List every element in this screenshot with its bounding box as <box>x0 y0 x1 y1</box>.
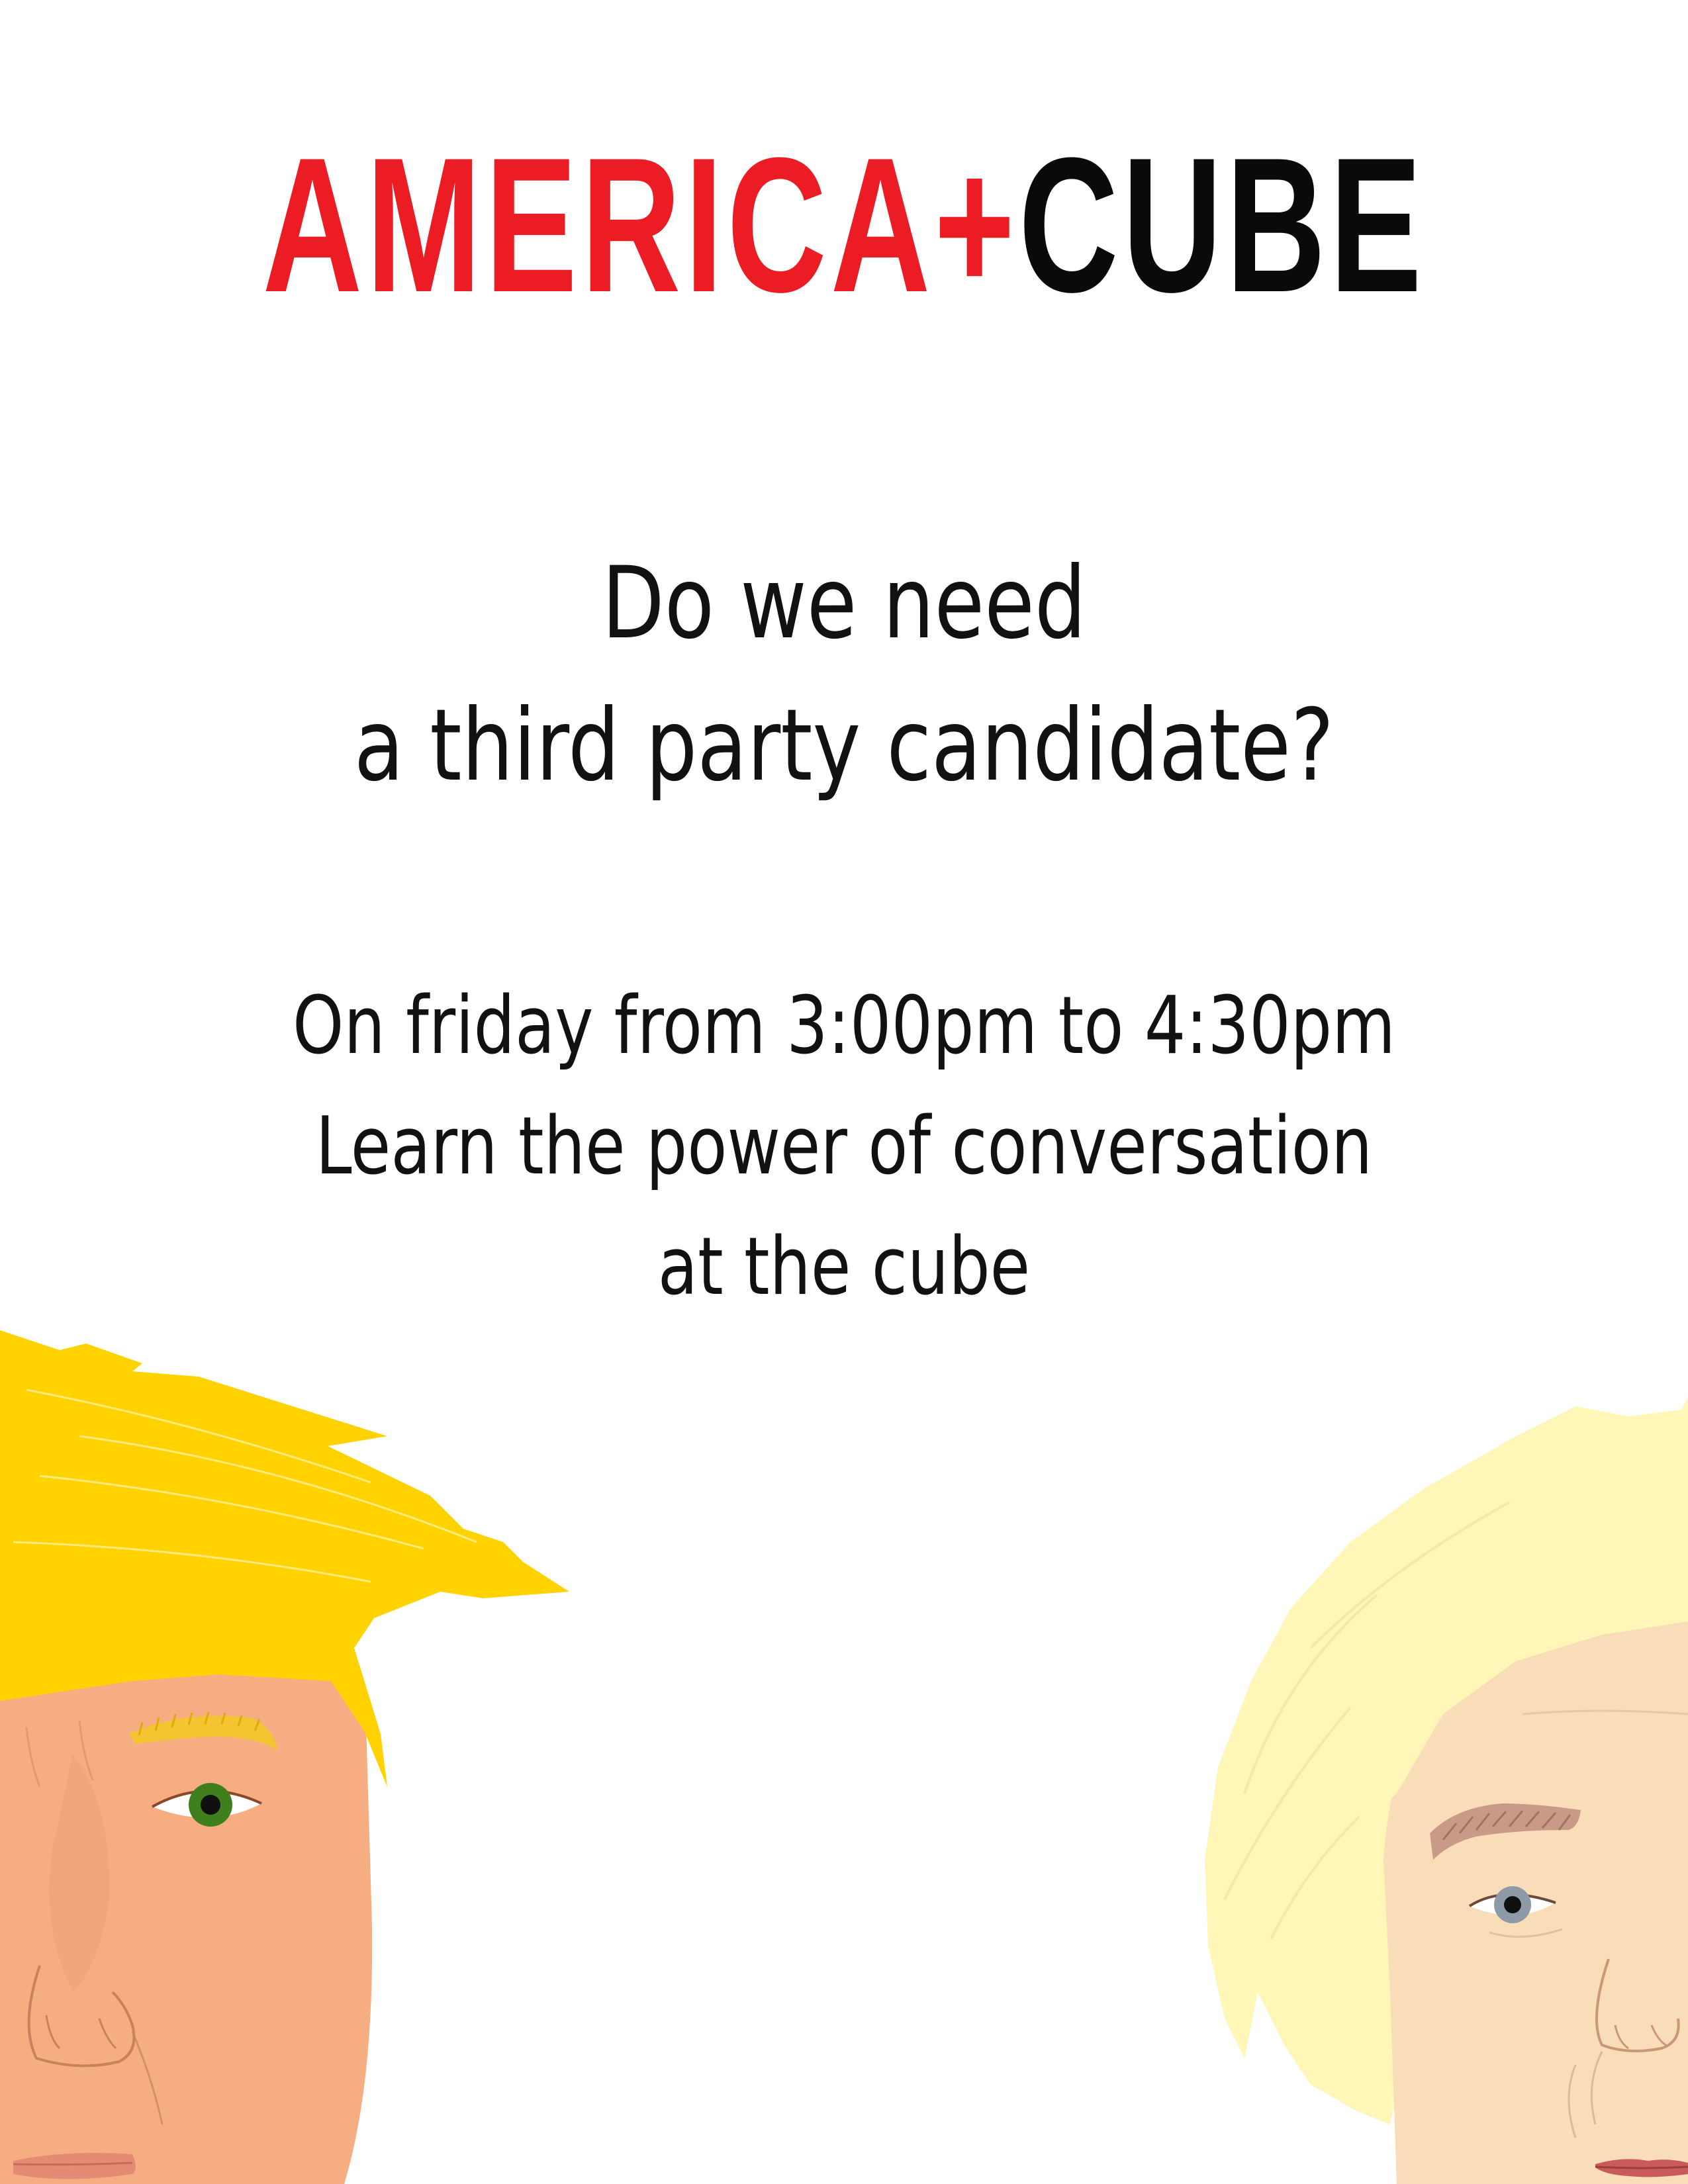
flyer-page: AMERICA+CUBE Do we need a third party ca… <box>0 0 1688 2184</box>
event-description: Learn the power of conversation <box>315 1101 1373 1193</box>
title-america: AMERICA+ <box>262 118 1019 332</box>
left-face-illustration <box>0 1330 583 2184</box>
flyer-title: AMERICA+CUBE <box>236 129 1452 321</box>
event-location: at the cube <box>657 1221 1031 1313</box>
event-time: On friday from 3:00pm to 4:30pm <box>293 980 1395 1072</box>
question-line-2: a third party candidate? <box>353 688 1335 803</box>
event-details: On friday from 3:00pm to 4:30pm Learn th… <box>0 966 1688 1328</box>
question-block: Do we need a third party candidate? <box>0 533 1688 817</box>
right-face-illustration <box>1205 1396 1688 2184</box>
question-line-1: Do we need <box>602 546 1086 661</box>
title-cube: CUBE <box>1018 118 1426 332</box>
